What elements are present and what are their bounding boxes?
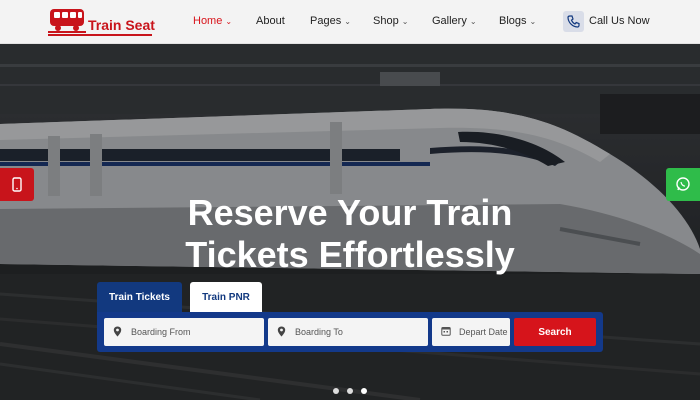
chevron-down-icon: ⌄ bbox=[401, 16, 409, 26]
depart-date-placeholder: Depart Date bbox=[459, 327, 508, 337]
chevron-down-icon: ⌄ bbox=[529, 16, 537, 26]
mobile-contact-button[interactable] bbox=[0, 168, 34, 201]
search-form: Boarding From Boarding To Depart Date Se… bbox=[97, 312, 603, 352]
carousel-dot-1[interactable] bbox=[333, 388, 339, 394]
boarding-to-placeholder: Boarding To bbox=[295, 327, 343, 337]
carousel-dot-2[interactable] bbox=[347, 388, 353, 394]
hero-title-line-1: Reserve Your Train bbox=[187, 192, 513, 233]
tab-train-pnr[interactable]: Train PNR bbox=[190, 282, 262, 312]
nav-about-label: About bbox=[256, 15, 285, 27]
chevron-down-icon: ⌄ bbox=[344, 16, 351, 26]
boarding-from-input[interactable]: Boarding From bbox=[104, 318, 264, 346]
chevron-down-icon: ⌄ bbox=[469, 16, 477, 26]
search-button[interactable]: Search bbox=[514, 318, 596, 346]
tab-train-tickets[interactable]: Train Tickets bbox=[97, 282, 182, 312]
nav-home[interactable]: Home ⌄ bbox=[193, 15, 232, 27]
map-pin-icon bbox=[113, 326, 123, 339]
map-pin-icon bbox=[277, 326, 287, 339]
hero-title: Reserve Your Train Tickets Effortlessly bbox=[0, 192, 700, 276]
nav-pages-label: Pages bbox=[310, 15, 342, 27]
carousel-dot-3[interactable] bbox=[361, 388, 367, 394]
nav-gallery-label: Gallery bbox=[432, 15, 467, 27]
whatsapp-icon bbox=[676, 177, 690, 191]
calendar-icon bbox=[441, 326, 451, 338]
nav-shop[interactable]: Shop ⌄ bbox=[373, 15, 408, 27]
whatsapp-button[interactable] bbox=[666, 168, 700, 201]
nav-home-label: Home bbox=[193, 15, 223, 27]
brand-name[interactable]: Train Seat bbox=[88, 17, 155, 33]
call-us-now-link[interactable]: Call Us Now bbox=[589, 15, 650, 27]
chevron-down-icon: ⌄ bbox=[225, 16, 233, 26]
boarding-from-placeholder: Boarding From bbox=[131, 327, 191, 337]
nav-blogs[interactable]: Blogs ⌄ bbox=[499, 15, 536, 27]
page-bottom-strip bbox=[0, 400, 700, 414]
carousel-indicators bbox=[0, 388, 700, 394]
nav-pages[interactable]: Pages ⌄ bbox=[310, 15, 351, 27]
nav-gallery[interactable]: Gallery ⌄ bbox=[432, 15, 477, 27]
boarding-to-input[interactable]: Boarding To bbox=[268, 318, 428, 346]
logo-underline bbox=[48, 34, 152, 36]
site-header: Train Seat Home ⌄ About Pages ⌄ Shop ⌄ Gall… bbox=[0, 0, 700, 44]
train-logo-icon bbox=[48, 9, 86, 33]
hero-title-line-2: Tickets Effortlessly bbox=[185, 234, 515, 275]
depart-date-input[interactable]: Depart Date bbox=[432, 318, 510, 346]
nav-blogs-label: Blogs bbox=[499, 15, 527, 27]
nav-shop-label: Shop bbox=[373, 15, 399, 27]
mobile-phone-icon bbox=[12, 177, 22, 192]
phone-icon[interactable] bbox=[563, 11, 584, 32]
nav-about[interactable]: About bbox=[256, 15, 285, 27]
